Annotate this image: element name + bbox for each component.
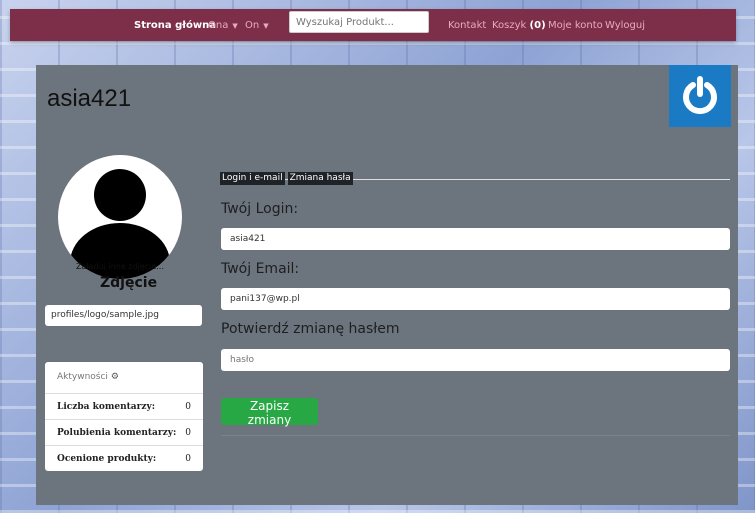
- nav-dropdown-ona[interactable]: Ona ▼: [208, 20, 238, 31]
- power-button[interactable]: [669, 65, 731, 127]
- nav-account-link[interactable]: Moje konto: [548, 20, 603, 31]
- cart-count: (0): [529, 19, 546, 31]
- avatar-head: [94, 169, 146, 221]
- password-field[interactable]: [221, 349, 730, 371]
- stat-value: 0: [185, 401, 191, 412]
- settings-tabs: Login i e-mail Zmiana hasła: [220, 165, 730, 185]
- nav-cart-label: Koszyk: [492, 19, 527, 31]
- photo-title: Zdjęcie: [100, 275, 158, 291]
- stat-value: 0: [185, 427, 191, 438]
- search-input[interactable]: [289, 11, 429, 33]
- avatar: [58, 155, 182, 279]
- email-label: Twój Email:: [221, 261, 300, 277]
- list-item: Liczba komentarzy: 0: [45, 394, 203, 420]
- nav-dropdown-on[interactable]: On ▼: [245, 20, 269, 31]
- nav-home-link[interactable]: Strona główna: [134, 20, 216, 31]
- activity-header: Aktywności ⚙: [45, 362, 203, 394]
- photo-path-field[interactable]: profiles/logo/sample.jpg: [45, 305, 202, 326]
- nav-contact-link[interactable]: Kontakt: [448, 20, 486, 31]
- stat-label: Liczba komentarzy:: [57, 401, 156, 412]
- nav-dropdown-ona-label: Ona: [208, 19, 229, 31]
- nav-logout-link[interactable]: Wyloguj: [605, 20, 645, 31]
- login-field[interactable]: [221, 228, 730, 250]
- stat-value: 0: [185, 453, 191, 464]
- top-navbar: Strona główna Ona▼ On▼ Kontakt Koszyk (0…: [10, 9, 736, 41]
- list-item: Polubienia komentarzy: 0: [45, 420, 203, 446]
- login-label: Twój Login:: [221, 201, 299, 217]
- dashboard-icon: ⚙: [110, 372, 119, 382]
- profile-panel: asia421 Załaduj inne zdjęcie... Zdjęcie …: [36, 65, 738, 505]
- save-button[interactable]: Zapisz zmiany: [221, 398, 318, 427]
- tab-login-email[interactable]: Login i e-mail: [220, 172, 285, 185]
- form-divider: [221, 435, 730, 436]
- upload-photo-link[interactable]: Załaduj inne zdjęcie...: [76, 262, 164, 271]
- stat-label: Polubienia komentarzy:: [57, 427, 177, 438]
- nav-dropdown-on-label: On: [245, 19, 260, 31]
- tab-change-password[interactable]: Zmiana hasła: [287, 172, 353, 185]
- list-item: Ocenione produkty: 0: [45, 446, 203, 471]
- stat-label: Ocenione produkty:: [57, 453, 157, 464]
- activity-card: Aktywności ⚙ Liczba komentarzy: 0 Polubie…: [45, 362, 203, 471]
- page-title: asia421: [47, 85, 132, 112]
- power-icon: [683, 76, 717, 115]
- chevron-down-icon: ▼: [263, 21, 269, 30]
- confirm-password-label: Potwierdź zmianę hasłem: [221, 321, 400, 337]
- nav-cart-link[interactable]: Koszyk (0): [492, 20, 546, 31]
- email-field[interactable]: [221, 288, 730, 310]
- chevron-down-icon: ▼: [232, 21, 238, 30]
- activity-title: Aktywności: [57, 372, 108, 382]
